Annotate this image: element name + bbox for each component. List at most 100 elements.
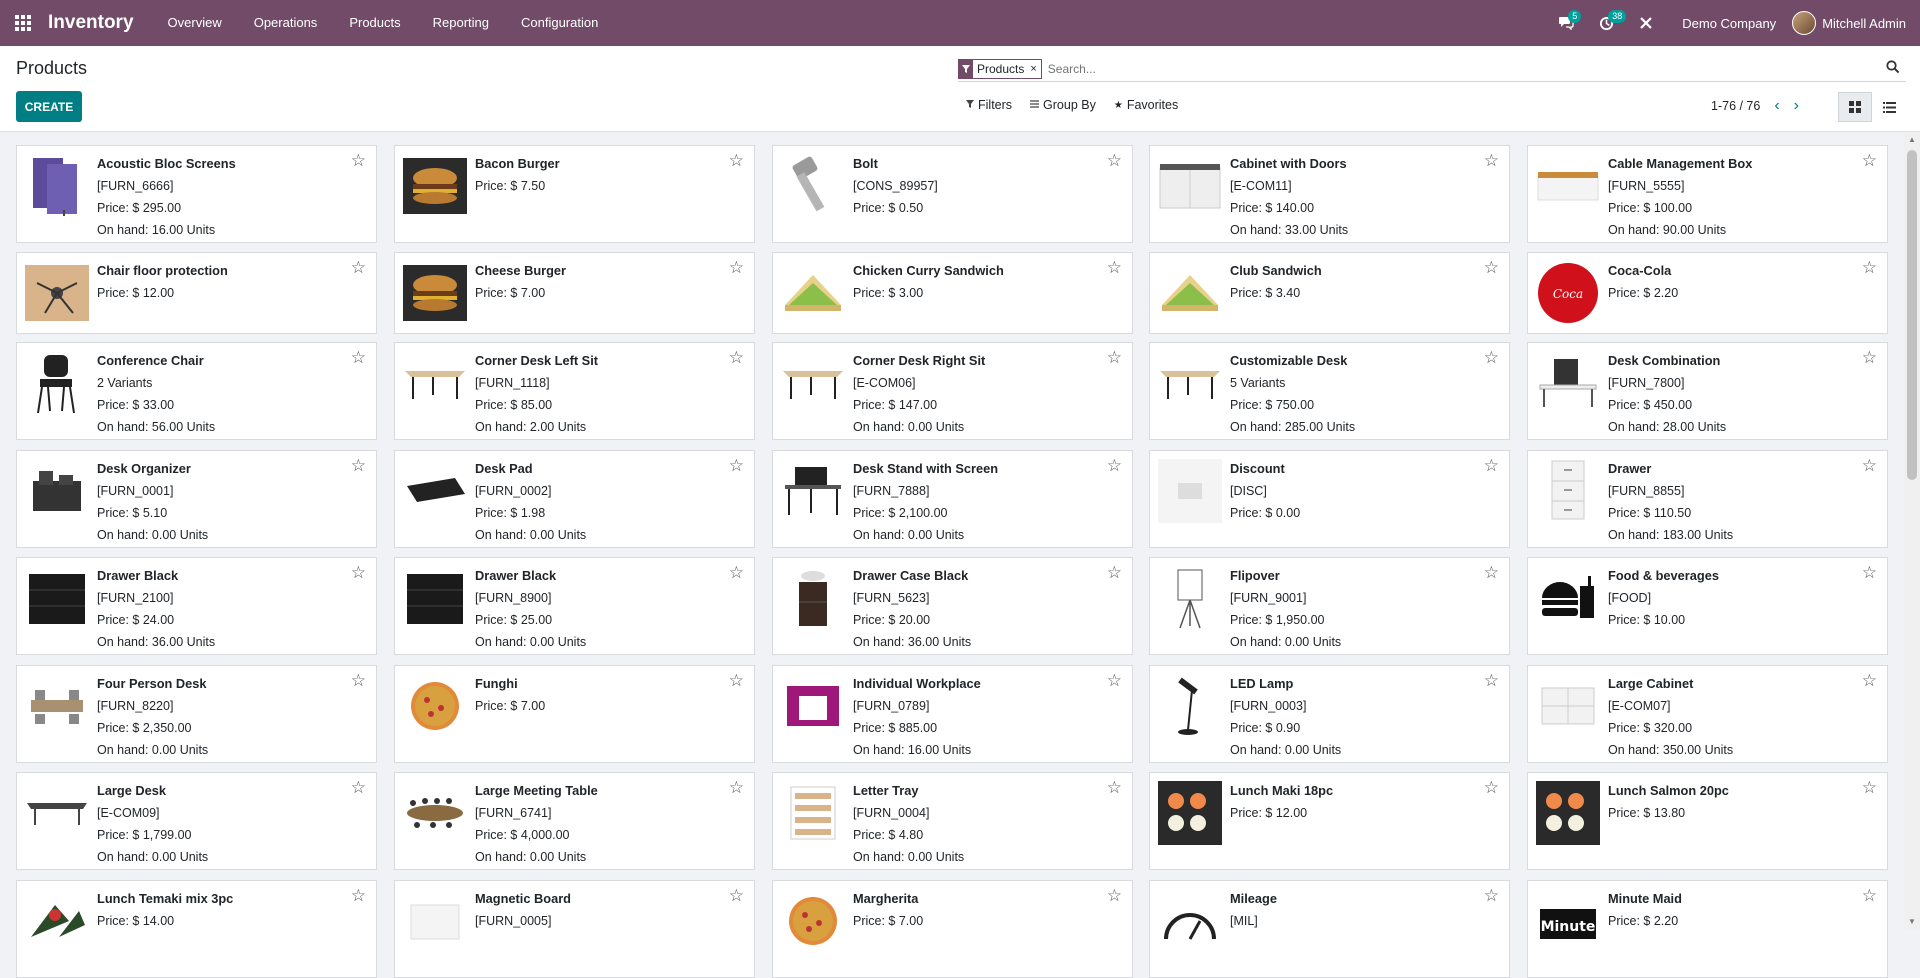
product-card[interactable]: Four Person Desk [FURN_8220] Price: $ 2,35… [16,665,377,763]
favorite-star-icon[interactable]: ☆ [1484,259,1499,276]
product-card[interactable]: Minute Minute Maid Price: $ 2.20 ☆ [1527,880,1888,978]
activities-icon[interactable]: 38 [1586,0,1627,46]
scrollbar[interactable]: ▲ ▼ [1904,132,1920,929]
product-card[interactable]: Large Meeting Table [FURN_6741] Price: $ 4… [394,772,755,870]
product-card[interactable]: Magnetic Board [FURN_0005] ☆ [394,880,755,978]
search-input[interactable] [1047,61,1906,76]
favorite-star-icon[interactable]: ☆ [729,779,744,796]
apps-menu-icon[interactable] [0,0,46,46]
favorite-star-icon[interactable]: ☆ [1107,779,1122,796]
favorite-star-icon[interactable]: ☆ [729,259,744,276]
debug-tools-icon[interactable] [1626,0,1666,46]
product-card[interactable]: Drawer Black [FURN_8900] Price: $ 25.00 On … [394,557,755,655]
pager-next-icon[interactable]: › [1794,98,1799,114]
favorite-star-icon[interactable]: ☆ [729,564,744,581]
favorite-star-icon[interactable]: ☆ [1107,672,1122,689]
product-card[interactable]: Corner Desk Right Sit [E-COM06] Price: $ 1… [772,342,1133,440]
menu-operations[interactable]: Operations [238,0,334,46]
product-card[interactable]: Desk Organizer [FURN_0001] Price: $ 5.10 On… [16,450,377,548]
scroll-up-icon[interactable]: ▲ [1908,135,1916,144]
favorite-star-icon[interactable]: ☆ [729,887,744,904]
product-card[interactable]: Lunch Salmon 20pc Price: $ 13.80 ☆ [1527,772,1888,870]
favorite-star-icon[interactable]: ☆ [729,349,744,366]
kanban-view-button[interactable] [1838,92,1872,122]
favorite-star-icon[interactable]: ☆ [351,887,366,904]
menu-configuration[interactable]: Configuration [505,0,614,46]
favorite-star-icon[interactable]: ☆ [1862,457,1877,474]
favorite-star-icon[interactable]: ☆ [1862,779,1877,796]
product-card[interactable]: LED Lamp [FURN_0003] Price: $ 0.90 On hand:… [1149,665,1510,763]
product-card[interactable]: Individual Workplace [FURN_0789] Price: $ … [772,665,1133,763]
favorite-star-icon[interactable]: ☆ [1484,672,1499,689]
product-card[interactable]: Conference Chair 2 Variants Price: $ 33.00… [16,342,377,440]
favorite-star-icon[interactable]: ☆ [351,672,366,689]
product-card[interactable]: Food & beverages [FOOD] Price: $ 10.00 ☆ [1527,557,1888,655]
scroll-down-icon[interactable]: ▼ [1908,917,1916,926]
menu-overview[interactable]: Overview [152,0,238,46]
favorite-star-icon[interactable]: ☆ [1862,349,1877,366]
product-card[interactable]: Drawer Case Black [FURN_5623] Price: $ 20.… [772,557,1133,655]
product-card[interactable]: Large Cabinet [E-COM07] Price: $ 320.00 On … [1527,665,1888,763]
product-card[interactable]: Lunch Maki 18pc Price: $ 12.00 ☆ [1149,772,1510,870]
favorite-star-icon[interactable]: ☆ [1484,152,1499,169]
list-view-button[interactable] [1872,92,1906,122]
product-card[interactable]: Cheese Burger Price: $ 7.00 ☆ [394,252,755,334]
product-card[interactable]: Large Desk [E-COM09] Price: $ 1,799.00 On h… [16,772,377,870]
favorite-star-icon[interactable]: ☆ [1862,672,1877,689]
product-card[interactable]: Discount [DISC] Price: $ 0.00 ☆ [1149,450,1510,548]
product-card[interactable]: Cabinet with Doors [E-COM11] Price: $ 140.… [1149,145,1510,243]
product-card[interactable]: Acoustic Bloc Screens [FURN_6666] Price: $… [16,145,377,243]
product-card[interactable]: Customizable Desk 5 Variants Price: $ 750.… [1149,342,1510,440]
pager-previous-icon[interactable]: ‹ [1774,98,1779,114]
favorite-star-icon[interactable]: ☆ [1107,349,1122,366]
favorite-star-icon[interactable]: ☆ [1484,564,1499,581]
product-card[interactable]: Bolt [CONS_89957] Price: $ 0.50 ☆ [772,145,1133,243]
menu-products[interactable]: Products [333,0,416,46]
favorite-star-icon[interactable]: ☆ [1107,457,1122,474]
pager-value[interactable]: 1-76 / 76 [1711,99,1760,113]
product-card[interactable]: Desk Pad [FURN_0002] Price: $ 1.98 On hand:… [394,450,755,548]
menu-reporting[interactable]: Reporting [417,0,505,46]
favorite-star-icon[interactable]: ☆ [1484,779,1499,796]
favorite-star-icon[interactable]: ☆ [1862,152,1877,169]
create-button[interactable]: CREATE [16,91,82,122]
product-card[interactable]: Letter Tray [FURN_0004] Price: $ 4.80 On ha… [772,772,1133,870]
favorite-star-icon[interactable]: ☆ [1107,259,1122,276]
favorite-star-icon[interactable]: ☆ [1862,564,1877,581]
favorite-star-icon[interactable]: ☆ [729,672,744,689]
favorite-star-icon[interactable]: ☆ [729,457,744,474]
facet-remove-icon[interactable]: × [1030,63,1040,75]
product-card[interactable]: Mileage [MIL] ☆ [1149,880,1510,978]
user-menu[interactable]: Mitchell Admin [1792,11,1906,35]
favorite-star-icon[interactable]: ☆ [1107,564,1122,581]
favorite-star-icon[interactable]: ☆ [351,779,366,796]
favorite-star-icon[interactable]: ☆ [729,152,744,169]
groupby-dropdown[interactable]: Group By [1030,98,1096,112]
favorite-star-icon[interactable]: ☆ [1862,259,1877,276]
favorite-star-icon[interactable]: ☆ [1484,887,1499,904]
product-card[interactable]: Coca Coca-Cola Price: $ 2.20 ☆ [1527,252,1888,334]
product-card[interactable]: Desk Combination [FURN_7800] Price: $ 450.… [1527,342,1888,440]
favorite-star-icon[interactable]: ☆ [1107,887,1122,904]
product-card[interactable]: Drawer [FURN_8855] Price: $ 110.50 On hand:… [1527,450,1888,548]
favorite-star-icon[interactable]: ☆ [351,564,366,581]
search-icon[interactable] [1886,60,1902,76]
product-card[interactable]: Cable Management Box [FURN_5555] Price: $ … [1527,145,1888,243]
favorites-dropdown[interactable]: ★ Favorites [1114,98,1178,112]
favorite-star-icon[interactable]: ☆ [351,152,366,169]
product-card[interactable]: Flipover [FURN_9001] Price: $ 1,950.00 On h… [1149,557,1510,655]
favorite-star-icon[interactable]: ☆ [351,349,366,366]
scrollbar-thumb[interactable] [1907,150,1917,480]
product-card[interactable]: Funghi Price: $ 7.00 ☆ [394,665,755,763]
product-card[interactable]: Margherita Price: $ 7.00 ☆ [772,880,1133,978]
product-card[interactable]: Chicken Curry Sandwich Price: $ 3.00 ☆ [772,252,1133,334]
product-card[interactable]: Lunch Temaki mix 3pc Price: $ 14.00 ☆ [16,880,377,978]
favorite-star-icon[interactable]: ☆ [1484,457,1499,474]
product-card[interactable]: Corner Desk Left Sit [FURN_1118] Price: $ … [394,342,755,440]
favorite-star-icon[interactable]: ☆ [351,457,366,474]
favorite-star-icon[interactable]: ☆ [1107,152,1122,169]
messages-icon[interactable]: 5 [1546,0,1586,46]
product-card[interactable]: Chair floor protection Price: $ 12.00 ☆ [16,252,377,334]
company-switcher[interactable]: Demo Company [1666,16,1792,31]
product-card[interactable]: Club Sandwich Price: $ 3.40 ☆ [1149,252,1510,334]
